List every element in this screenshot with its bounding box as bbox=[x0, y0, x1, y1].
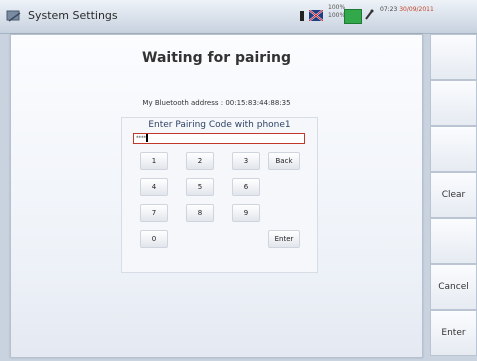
soft-key-sidebar: Clear Cancel Enter bbox=[430, 34, 477, 361]
back-button[interactable]: Back bbox=[268, 152, 300, 170]
key-0[interactable]: 0 bbox=[140, 230, 168, 248]
key-9[interactable]: 9 bbox=[232, 204, 260, 222]
key-2[interactable]: 2 bbox=[186, 152, 214, 170]
key-4[interactable]: 4 bbox=[140, 178, 168, 196]
time: 07:23 bbox=[380, 6, 398, 13]
bluetooth-address-label: My Bluetooth address : 00:15:83:44:88:35 bbox=[142, 99, 291, 107]
bluetooth-icon bbox=[300, 11, 304, 21]
soft-key-2[interactable] bbox=[430, 80, 477, 126]
soft-key-3[interactable] bbox=[430, 126, 477, 172]
window-title: System Settings bbox=[28, 9, 118, 22]
clock: 07:23 30/09/2011 bbox=[380, 6, 434, 13]
battery-readout: 100% 100% bbox=[328, 4, 345, 20]
title-bar: System Settings 100% 100% 07:23 30/09/20… bbox=[0, 0, 477, 34]
battery-icon bbox=[344, 9, 362, 24]
key-1[interactable]: 1 bbox=[140, 152, 168, 170]
soft-key-5[interactable] bbox=[430, 218, 477, 264]
enter-button[interactable]: Enter bbox=[430, 310, 477, 356]
key-5[interactable]: 5 bbox=[186, 178, 214, 196]
plug-icon bbox=[365, 9, 374, 20]
battery-percent-top: 100% bbox=[328, 4, 346, 11]
key-8[interactable]: 8 bbox=[186, 204, 214, 222]
battery-percent-bottom: 100% bbox=[328, 12, 346, 19]
key-6[interactable]: 6 bbox=[232, 178, 260, 196]
pairing-prompt: Enter Pairing Code with phone1 bbox=[148, 120, 291, 130]
pairing-panel: Waiting for pairing My Bluetooth address… bbox=[10, 34, 423, 358]
soft-key-1[interactable] bbox=[430, 34, 477, 80]
date: 30/09/2011 bbox=[399, 6, 434, 13]
text-caret bbox=[146, 134, 148, 142]
settings-app-icon bbox=[6, 10, 21, 22]
status-area: 100% 100% 07:23 30/09/2011 bbox=[300, 4, 475, 28]
page-title: Waiting for pairing bbox=[142, 50, 291, 66]
clear-button[interactable]: Clear bbox=[430, 172, 477, 218]
pairing-code-box: Enter Pairing Code with phone1 **** 1 2 … bbox=[121, 117, 318, 273]
keypad-enter-button[interactable]: Enter bbox=[268, 230, 300, 248]
pairing-code-input[interactable]: **** bbox=[133, 133, 305, 144]
pairing-code-value: **** bbox=[136, 135, 146, 142]
key-3[interactable]: 3 bbox=[232, 152, 260, 170]
key-7[interactable]: 7 bbox=[140, 204, 168, 222]
flag-icon bbox=[309, 10, 323, 21]
cancel-button[interactable]: Cancel bbox=[430, 264, 477, 310]
